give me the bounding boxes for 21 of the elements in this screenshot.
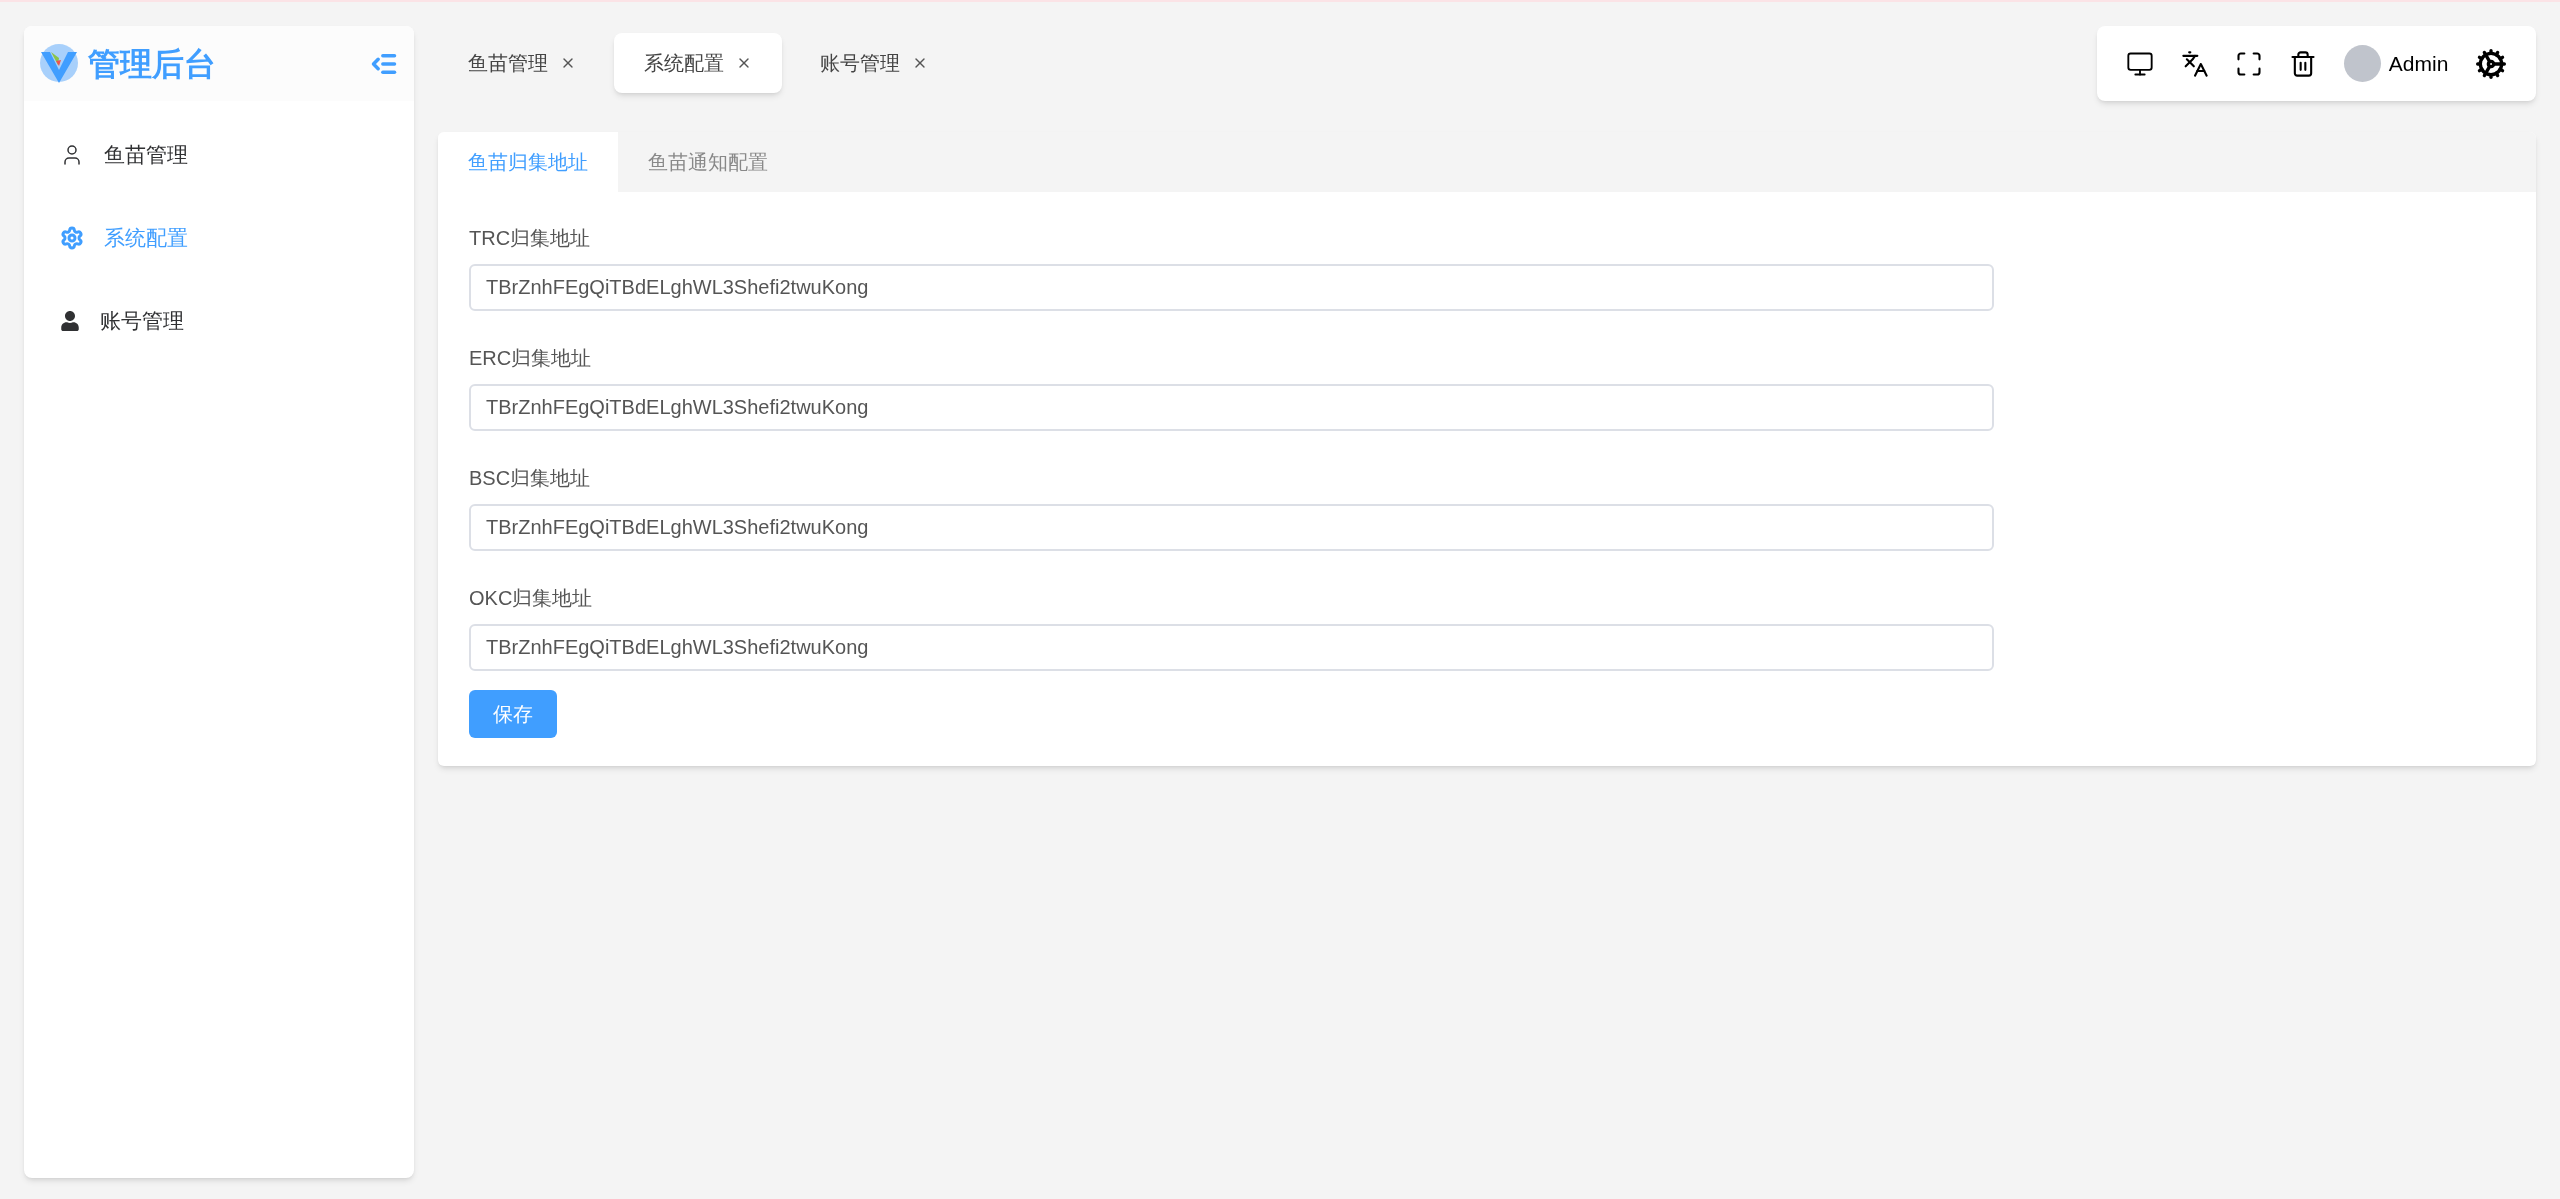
logo-icon [40, 43, 80, 84]
field-label: BSC归集地址 [469, 466, 592, 491]
fullscreen-icon[interactable] [2235, 49, 2263, 78]
field-label: OKC归集地址 [469, 586, 594, 611]
gear-icon [60, 225, 84, 250]
address-input[interactable]: TBrZnhFEgQiTBdELghWL3Shefi2twuKong [469, 504, 1994, 551]
field-label: ERC归集地址 [469, 346, 593, 371]
translate-icon[interactable] [2180, 49, 2209, 78]
sidebar-item[interactable]: 鱼苗管理 [24, 113, 414, 196]
address-input[interactable]: TBrZnhFEgQiTBdELghWL3Shefi2twuKong [469, 384, 1994, 431]
user-icon [60, 310, 80, 331]
user-name[interactable]: Admin [2388, 47, 2449, 80]
page-tab[interactable]: 鱼苗管理 [438, 33, 606, 93]
page-tab[interactable]: 系统配置 [614, 33, 782, 93]
page-tab[interactable]: 账号管理 [790, 33, 958, 93]
settings-icon[interactable] [2474, 47, 2507, 80]
sidebar-item[interactable]: 账号管理 [24, 279, 414, 362]
app-title: 管理后台 [88, 44, 216, 84]
address-input[interactable]: TBrZnhFEgQiTBdELghWL3Shefi2twuKong [469, 624, 1994, 671]
address-input[interactable]: TBrZnhFEgQiTBdELghWL3Shefi2twuKong [469, 264, 1994, 311]
field-label: TRC归集地址 [469, 226, 592, 251]
